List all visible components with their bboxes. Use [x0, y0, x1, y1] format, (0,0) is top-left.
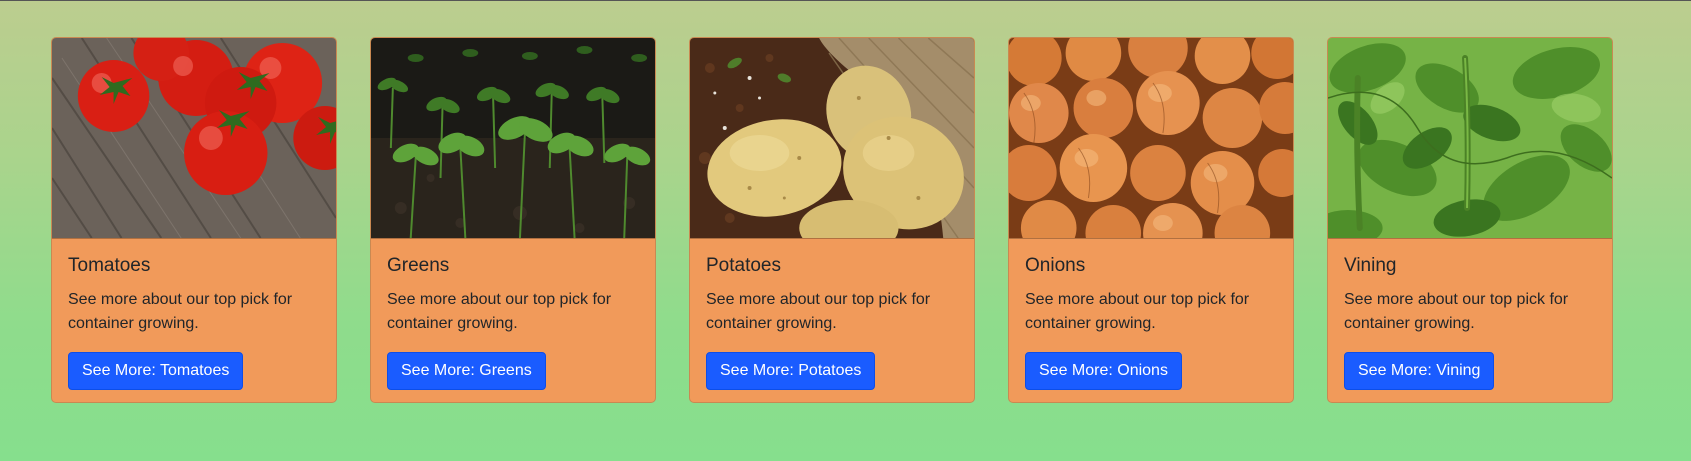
- card-title: Greens: [387, 255, 450, 276]
- card-title: Potatoes: [706, 255, 781, 276]
- card-text: See more about our top pick for containe…: [387, 290, 612, 332]
- card-title: Tomatoes: [68, 255, 151, 276]
- card-tomatoes: Tomatoes See more about our top pick for…: [51, 37, 337, 403]
- card-body: Tomatoes See more about our top pick for…: [52, 239, 336, 390]
- card-greens: Greens See more about our top pick for c…: [370, 37, 656, 403]
- card-potatoes: Potatoes See more about our top pick for…: [689, 37, 975, 403]
- greens-image: [371, 38, 655, 239]
- card-title: Onions: [1025, 255, 1086, 276]
- potatoes-image: [690, 38, 974, 239]
- card-body: Greens See more about our top pick for c…: [371, 239, 655, 390]
- card-text: See more about our top pick for containe…: [706, 290, 931, 332]
- tomatoes-image: [52, 38, 336, 239]
- card-text: See more about our top pick for containe…: [68, 290, 293, 332]
- card-text: See more about our top pick for containe…: [1344, 290, 1569, 332]
- card-vining: Vining See more about our top pick for c…: [1327, 37, 1613, 403]
- card-text: See more about our top pick for containe…: [1025, 290, 1250, 332]
- card-title: Vining: [1344, 255, 1397, 276]
- see-more-onions-button[interactable]: See More: Onions: [1025, 351, 1182, 390]
- see-more-greens-button[interactable]: See More: Greens: [387, 351, 546, 390]
- see-more-tomatoes-button[interactable]: See More: Tomatoes: [68, 351, 244, 390]
- card-body: Vining See more about our top pick for c…: [1328, 239, 1612, 390]
- see-more-vining-button[interactable]: See More: Vining: [1344, 351, 1495, 390]
- card-grid: Tomatoes See more about our top pick for…: [51, 37, 1613, 403]
- card-body: Onions See more about our top pick for c…: [1009, 239, 1293, 390]
- vining-image: [1328, 38, 1612, 239]
- card-onions: Onions See more about our top pick for c…: [1008, 37, 1294, 403]
- see-more-potatoes-button[interactable]: See More: Potatoes: [706, 351, 876, 390]
- onions-image: [1009, 38, 1293, 239]
- card-body: Potatoes See more about our top pick for…: [690, 239, 974, 390]
